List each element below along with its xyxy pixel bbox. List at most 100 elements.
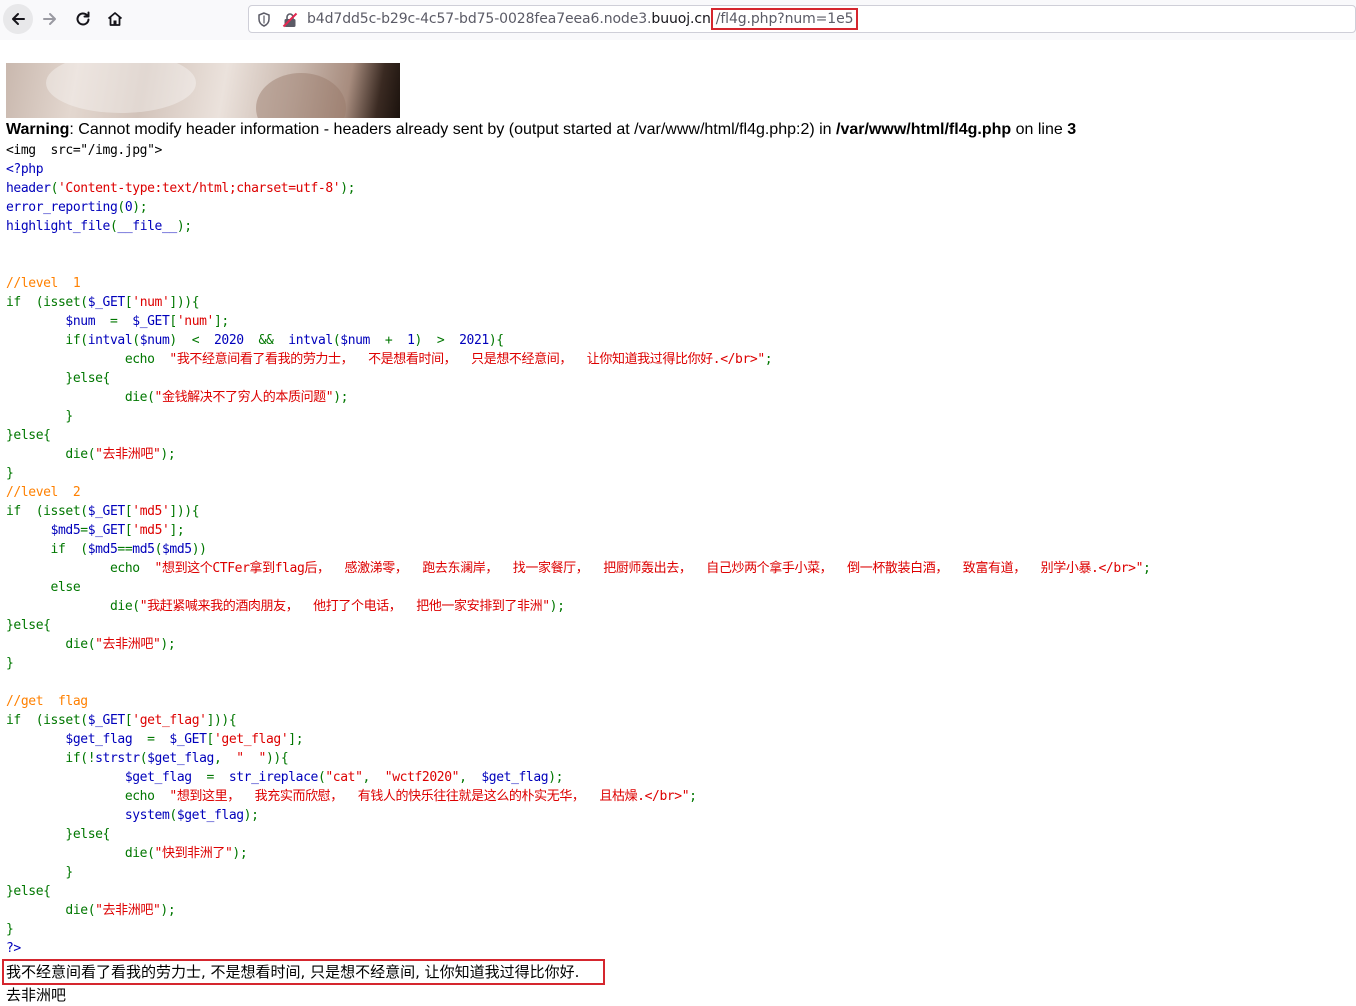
- code-token: //level 1: [6, 276, 81, 291]
- output-line: 去非洲吧: [6, 986, 67, 1004]
- code-line: if(intval($num) < 2020 && intval($num + …: [6, 331, 1150, 350]
- code-line: }else{: [6, 825, 1150, 844]
- code-token: );: [549, 599, 565, 614]
- code-token: die(: [6, 599, 140, 614]
- code-token: system: [124, 808, 170, 823]
- code-token: $_GET: [169, 732, 207, 747]
- code-line: ?>: [6, 939, 1150, 958]
- code-token: <?php: [6, 162, 44, 177]
- browser-toolbar: b4d7dd5c-b29c-4c57-bd75-0028fea7eea6.nod…: [0, 0, 1356, 40]
- code-line: if (isset($_GET['md5'])){: [6, 502, 1150, 521]
- code-token: (: [169, 808, 177, 823]
- back-button[interactable]: [3, 4, 33, 34]
- highlighted-source-code: <img src="/img.jpg"> <?php header('Content…: [6, 141, 1151, 958]
- code-token: "想到这个CTFer拿到flag后， 感激涕零， 跑去东澜岸， 找一家餐厅， 把…: [154, 561, 1144, 576]
- code-token: error_reporting: [6, 200, 118, 215]
- code-line: $num = $_GET['num'];: [6, 312, 1150, 331]
- code-line: }: [6, 654, 1150, 673]
- php-warning: Warning: Cannot modify header informatio…: [6, 121, 1076, 139]
- code-token: 1: [407, 333, 415, 348]
- code-token: " ": [236, 751, 266, 766]
- code-token: 2021: [459, 333, 489, 348]
- code-token: "我赶紧喊来我的酒肉朋友， 他打了个电话， 把他一家安排到了非洲": [139, 599, 550, 614]
- code-line: //level 1: [6, 274, 1150, 293]
- code-token: 'num': [132, 295, 170, 310]
- code-token: ])){: [169, 295, 200, 310]
- code-token: ];: [169, 523, 185, 538]
- code-token: $_GET: [87, 504, 126, 519]
- code-line: if (isset($_GET['get_flag'])){: [6, 711, 1150, 730]
- code-token: );: [243, 808, 259, 823]
- shield-icon[interactable]: [257, 12, 271, 27]
- code-token: }: [6, 466, 14, 481]
- code-token: 2020: [213, 333, 259, 348]
- insecure-lock-icon[interactable]: [282, 12, 298, 28]
- code-token: ) >: [414, 333, 460, 348]
- code-token: $_GET: [87, 713, 126, 728]
- code-token: $get_flag: [147, 751, 214, 766]
- code-token: );: [333, 390, 349, 405]
- code-line: echo "想到这里， 我充实而欣慰， 有钱人的快乐往往就是这么的朴实无华， 且…: [6, 787, 1150, 806]
- code-token: ,: [362, 770, 385, 785]
- code-token: }: [6, 656, 14, 671]
- code-token: "快到非洲了": [154, 846, 233, 861]
- code-line: echo "想到这个CTFer拿到flag后， 感激涕零， 跑去东澜岸， 找一家…: [6, 559, 1151, 578]
- reload-button[interactable]: [68, 4, 98, 34]
- code-token: $_GET: [87, 523, 126, 538]
- code-token: );: [160, 903, 176, 918]
- code-token: if(: [6, 333, 88, 348]
- code-token: =: [80, 523, 88, 538]
- code-token: "去非洲吧": [95, 903, 161, 918]
- code-token: md5: [132, 542, 155, 557]
- code-line: die("去非洲吧");: [6, 635, 1150, 654]
- code-token: $get_flag: [481, 770, 549, 785]
- code-token: die(: [6, 637, 96, 652]
- code-line: }: [6, 407, 1150, 426]
- code-token: "我不经意间看了看我的劳力士， 不是想看时间， 只是想不经意间， 让你知道我过得…: [169, 352, 765, 367]
- url-text[interactable]: b4d7dd5c-b29c-4c57-bd75-0028fea7eea6.nod…: [307, 8, 859, 30]
- code-line: if ($md5==md5($md5)): [6, 540, 1150, 559]
- code-token: ){: [488, 333, 504, 348]
- code-token: //get flag: [6, 694, 88, 709]
- code-line: die("去非洲吧");: [6, 901, 1150, 920]
- code-token: if (: [6, 542, 89, 557]
- code-line: highlight_file(__file__);: [6, 217, 1150, 236]
- code-token: ])){: [206, 713, 237, 728]
- code-line: if(!strstr($get_flag, " ")){: [6, 749, 1150, 768]
- code-token: $num: [65, 314, 110, 329]
- code-line: }: [6, 920, 1150, 939]
- code-line: }else{: [6, 426, 1150, 445]
- code-line: die("去非洲吧");: [6, 445, 1150, 464]
- forward-button[interactable]: [35, 4, 65, 34]
- code-token: $get_flag: [124, 770, 207, 785]
- code-token: $num: [139, 333, 170, 348]
- code-token: 'num': [176, 314, 215, 329]
- warning-line-number: 3: [1067, 121, 1077, 138]
- code-token: $md5: [162, 542, 192, 557]
- code-token: "wctf2020": [384, 770, 460, 785]
- code-token: highlight_file: [6, 219, 110, 234]
- code-token: if(!: [6, 751, 96, 766]
- code-token: ) <: [169, 333, 214, 348]
- code-line: echo "我不经意间看了看我的劳力士， 不是想看时间， 只是想不经意间， 让你…: [6, 350, 1150, 369]
- code-token: strstr: [95, 751, 140, 766]
- code-token: $_GET: [132, 314, 170, 329]
- home-button[interactable]: [100, 4, 130, 34]
- code-token: if (isset(: [6, 504, 88, 519]
- url-bar[interactable]: b4d7dd5c-b29c-4c57-bd75-0028fea7eea6.nod…: [248, 5, 1356, 33]
- code-token: (: [139, 751, 148, 766]
- forward-arrow-icon: [43, 13, 56, 25]
- code-token: (: [50, 181, 59, 196]
- reload-icon: [76, 11, 90, 26]
- code-token: (: [132, 333, 140, 348]
- warning-label: Warning: [6, 121, 70, 138]
- code-token: echo: [6, 352, 170, 367]
- code-line: $md5=$_GET['md5'];: [6, 521, 1150, 540]
- code-token: die(: [6, 903, 96, 918]
- code-token: ==: [117, 542, 133, 557]
- code-token: );: [160, 637, 176, 652]
- code-line: header('Content-type:text/html;charset=u…: [6, 179, 1150, 198]
